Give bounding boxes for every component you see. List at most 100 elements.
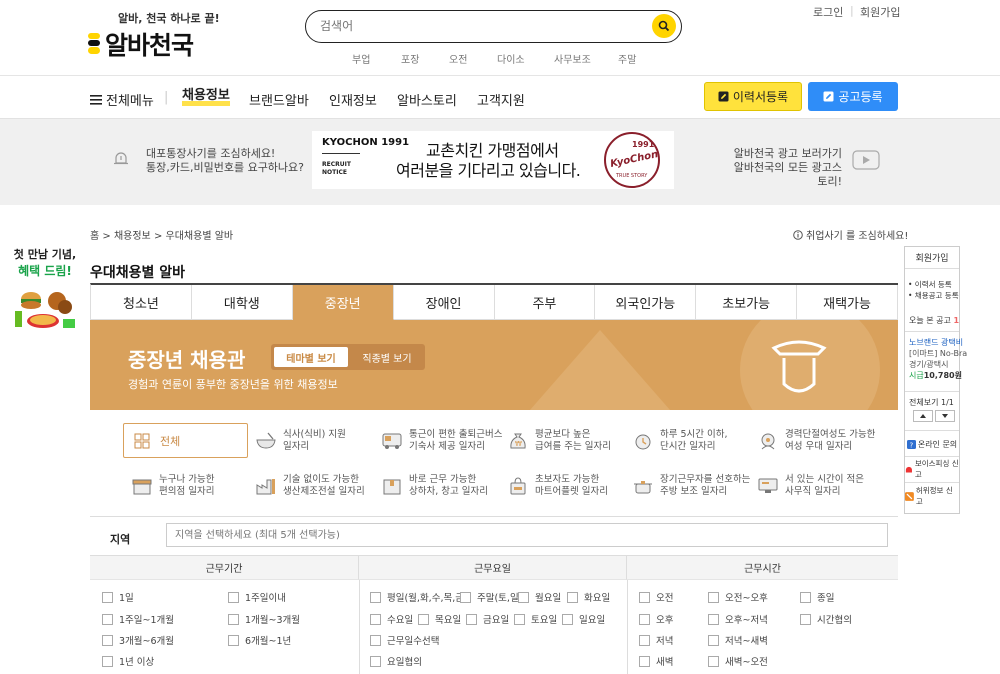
nav-jobs[interactable]: 채용정보 [182,89,230,106]
tab-beginner[interactable]: 초보가능 [696,285,798,320]
ad-story-link[interactable]: 알바천국 광고 보러가기 알바천국의 모든 광고스토리! [730,147,842,189]
breadcrumb-home[interactable]: 홈 [90,231,99,242]
days-checkbox[interactable]: 월요일 [518,590,561,604]
nav-brand[interactable]: 브랜드알바 [249,90,309,109]
period-checkbox[interactable]: 1주일~1개월 [102,612,174,626]
keyword-link[interactable]: 오전 [449,51,467,66]
theme-manufacturing[interactable]: 기술 없이도 가능한 생산제조전설 일자리 [255,474,365,498]
theme-short-time[interactable]: 하루 5시간 이하, 단시간 일자리 [632,429,728,453]
theme-commute[interactable]: 통근이 편한 출퇴근버스 기숙사 제공 일자리 [381,429,502,453]
time-checkbox[interactable]: 저녁~새벽 [708,633,768,647]
breadcrumb-jobs[interactable]: 채용정보 [114,231,151,242]
time-checkbox[interactable]: 새벽~오전 [708,654,768,668]
recent-job-card[interactable]: 노브랜드 광택비 [이마트] No-Bra 경기/광택시 시급10,780원 [909,337,967,381]
tab-homemaker[interactable]: 주부 [494,285,596,320]
scam-warning-text[interactable]: 대포통장사기를 조심하세요! 통장,카드,비밀번호를 요구하나요? [146,147,304,175]
video-play-icon[interactable] [852,150,880,170]
tab-teen[interactable]: 청소년 [91,285,192,320]
theme-high-pay[interactable]: ₩ 평균보다 높은 급여를 주는 일자리 [507,429,611,453]
keyword-link[interactable]: 다이소 [497,51,525,66]
days-checkbox[interactable]: 금요일 [466,612,509,626]
region-input[interactable] [166,523,888,547]
period-checkbox[interactable]: 1개월~3개월 [228,612,300,626]
search-box[interactable] [305,10,682,43]
period-checkbox[interactable]: 1일 [102,590,134,604]
breadcrumb-current[interactable]: 우대채용별 알바 [166,231,234,242]
days-checkbox[interactable]: 요일협의 [370,654,422,668]
search-button[interactable] [652,14,676,38]
nav-story[interactable]: 알바스토리 [397,90,457,109]
theme-label: 누구나 가능한 편의점 일자리 [159,474,214,498]
all-menu-button[interactable]: 전체메뉴 [90,90,154,109]
tab-remote[interactable]: 재택가능 [797,285,898,320]
theme-mart[interactable]: 초보자도 가능한 마트어플렛 일자리 [507,474,608,498]
days-checkbox[interactable]: 일요일 [562,612,605,626]
days-checkbox[interactable]: 수요일 [370,612,413,626]
tab-foreigner[interactable]: 외국인가능 [595,285,697,320]
resume-register-button[interactable]: 이력서등록 [704,82,802,111]
keyword-link[interactable]: 포장 [401,51,419,66]
period-checkbox[interactable]: 6개월~1년 [228,633,291,647]
theme-warehouse[interactable]: 바로 근무 가능한 상하차, 창고 일자리 [381,474,488,498]
time-checkbox[interactable]: 시간협의 [800,612,852,626]
days-checkbox[interactable]: 화요일 [567,590,610,604]
checkbox-label: 시간협의 [817,615,852,626]
period-checkbox[interactable]: 1년 이상 [102,654,154,668]
checkbox-label: 3개월~6개월 [119,636,175,647]
time-checkbox[interactable]: 종일 [800,590,834,604]
search-input[interactable] [320,19,620,33]
tab-middle-aged[interactable]: 중장년 [292,285,394,320]
theme-office[interactable]: 서 있는 시간이 적은 사무직 일자리 [757,474,864,498]
login-link[interactable]: 로그인 [813,4,843,20]
tab-disabled[interactable]: 장애인 [393,285,495,320]
question-icon: ? [906,439,916,449]
period-checkbox[interactable]: 3개월~6개월 [102,633,174,647]
post-register-button[interactable]: 공고등록 [808,82,898,111]
sidebar-perks: • 이력서 등록 • 채용공고 등록 [908,279,959,301]
logo[interactable]: 알바천국 [88,26,194,62]
nav-support[interactable]: 고객지원 [477,90,525,109]
theme-view-button[interactable]: 테마별 보기 [274,347,348,367]
keyword-link[interactable]: 부업 [352,51,370,66]
false-info-report-button[interactable]: 허위정보 신고 [905,486,959,506]
time-checkbox[interactable]: 오전~오후 [708,590,768,604]
keyword-link[interactable]: 사무보조 [554,51,591,66]
tab-college[interactable]: 대학생 [191,285,293,320]
pot-icon [632,475,654,497]
days-checkbox[interactable]: 목요일 [418,612,461,626]
kyochon-ad[interactable]: KYOCHON 1991 RECRUIT NOTICE 교촌치킨 가맹점에서 여… [312,131,674,189]
bus-icon [381,430,403,452]
join-link[interactable]: 회원가입 [860,4,900,20]
days-checkbox[interactable]: 토요일 [514,612,557,626]
checkbox-label: 오후 [656,615,674,626]
theme-kitchen[interactable]: 장기근무자를 선호하는 주방 보조 일자리 [632,474,750,498]
voice-phishing-report-button[interactable]: 보이스피싱 신고 [905,459,959,479]
scam-warning-line2: 통장,카드,비밀번호를 요구하나요? [146,161,305,174]
time-checkbox[interactable]: 오후 [639,612,673,626]
recent-job-pay: 10,780원 [923,371,962,380]
days-checkbox[interactable]: 근무일수선택 [370,633,439,647]
next-button[interactable] [935,410,955,422]
post-register-label: 공고등록 [838,90,883,104]
time-checkbox[interactable]: 오전 [639,590,673,604]
time-checkbox[interactable]: 새벽 [639,654,673,668]
job-view-button[interactable]: 직종별 보기 [351,347,423,367]
fraud-warning-link[interactable]: 취업사기 를 조심하세요! [793,227,908,242]
days-checkbox[interactable]: 평일(월,화,수,목,금) [370,590,468,604]
theme-all-button[interactable]: 전체 [123,423,248,458]
false-info-label: 허위정보 신고 [915,486,953,506]
theme-meal[interactable]: 식사(식비) 지원 일자리 [255,429,346,453]
sidebar-join[interactable]: 회원가입 [905,247,959,269]
time-checkbox[interactable]: 오후~저녁 [708,612,768,626]
keyword-link[interactable]: 주말 [618,51,636,66]
all-menu-label: 전체메뉴 [106,94,154,109]
theme-women[interactable]: 경력단절여성도 가능한 여성 우대 일자리 [757,429,875,453]
online-inquiry-button[interactable]: ? 온라인 문의 [905,434,959,454]
days-checkbox[interactable]: 주말(토,일) [460,590,522,604]
period-checkbox[interactable]: 1주일이내 [228,590,286,604]
prev-button[interactable] [913,410,933,422]
time-checkbox[interactable]: 저녁 [639,633,673,647]
left-promo[interactable]: 첫 만남 기념, 혜택 드림! [10,246,80,336]
nav-talent[interactable]: 인재정보 [329,90,377,109]
theme-convenience-store[interactable]: 누구나 가능한 편의점 일자리 [131,474,214,498]
